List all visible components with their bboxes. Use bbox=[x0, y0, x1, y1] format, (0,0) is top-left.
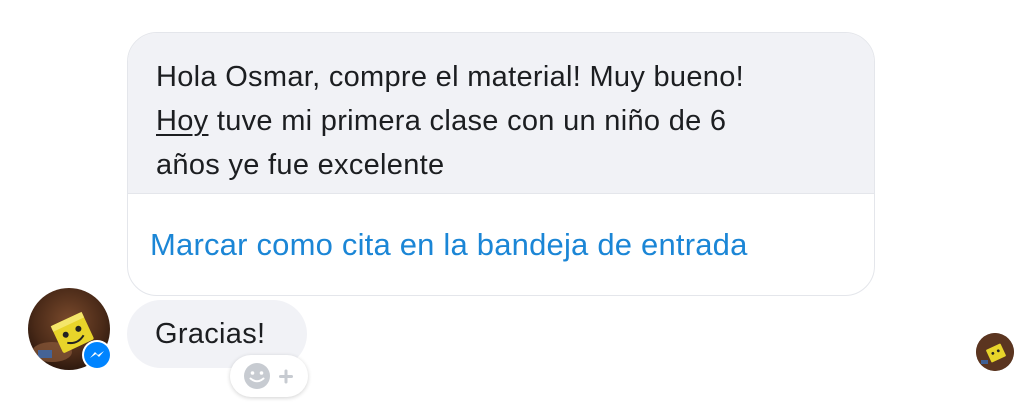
message-bubble[interactable]: Hola Osmar, compre el material! Muy buen… bbox=[127, 32, 875, 296]
mark-as-quote-button[interactable]: Marcar como cita en la bandeja de entrad… bbox=[150, 227, 748, 263]
message-line-2-rest: tuve mi primera clase con un niño de 6 bbox=[208, 105, 727, 137]
message-text-area: Hola Osmar, compre el material! Muy buen… bbox=[128, 33, 874, 194]
seen-avatar bbox=[976, 333, 1014, 371]
action-row: Marcar como cita en la bandeja de entrad… bbox=[128, 194, 874, 295]
message-line-3: años ye fue excelente bbox=[156, 149, 445, 181]
add-reaction-button[interactable] bbox=[230, 355, 308, 397]
message-line-2: Hoy tuve mi primera clase con un niño de… bbox=[156, 99, 846, 143]
messenger-icon bbox=[82, 340, 112, 370]
date-link-hoy[interactable]: Hoy bbox=[156, 105, 208, 137]
message-line-1: Hola Osmar, compre el material! Muy buen… bbox=[156, 61, 744, 93]
reply-text: Gracias! bbox=[155, 317, 266, 350]
add-reaction-icon bbox=[244, 363, 293, 389]
